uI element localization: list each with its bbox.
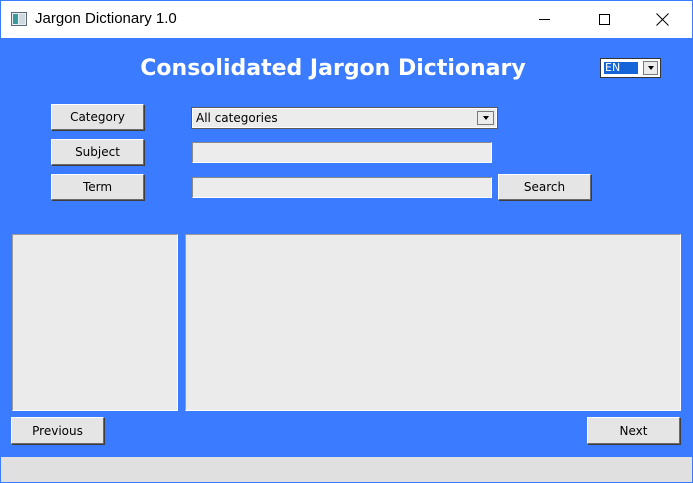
term-input[interactable] bbox=[192, 177, 492, 198]
chevron-down-icon[interactable] bbox=[643, 61, 658, 75]
maximize-icon bbox=[598, 14, 610, 25]
chevron-down-icon[interactable] bbox=[477, 111, 494, 125]
language-selected-value: EN bbox=[603, 61, 639, 75]
main-window-body: Consolidated Jargon Dictionary EN Catego… bbox=[0, 38, 693, 457]
minimize-button[interactable] bbox=[521, 1, 567, 38]
category-button[interactable]: Category bbox=[51, 104, 144, 130]
next-button[interactable]: Next bbox=[587, 417, 680, 444]
subject-button[interactable]: Subject bbox=[51, 139, 144, 165]
category-select[interactable]: All categories bbox=[191, 107, 498, 129]
search-button[interactable]: Search bbox=[498, 174, 591, 200]
window-title: Jargon Dictionary 1.0 bbox=[35, 10, 177, 27]
previous-button[interactable]: Previous bbox=[11, 417, 104, 444]
page-title: Consolidated Jargon Dictionary bbox=[140, 56, 526, 81]
subject-input[interactable] bbox=[192, 142, 492, 163]
maximize-button[interactable] bbox=[581, 1, 627, 38]
app-icon bbox=[11, 12, 27, 26]
minimize-icon bbox=[538, 19, 550, 20]
definition-panel[interactable] bbox=[185, 234, 681, 411]
close-icon bbox=[656, 13, 669, 26]
term-list-panel[interactable] bbox=[12, 234, 178, 411]
status-bar bbox=[0, 457, 693, 483]
close-button[interactable] bbox=[639, 1, 685, 38]
window-titlebar[interactable]: Jargon Dictionary 1.0 bbox=[0, 0, 693, 38]
language-select[interactable]: EN bbox=[600, 58, 661, 78]
category-selected-value: All categories bbox=[196, 111, 278, 125]
term-button[interactable]: Term bbox=[51, 174, 144, 200]
